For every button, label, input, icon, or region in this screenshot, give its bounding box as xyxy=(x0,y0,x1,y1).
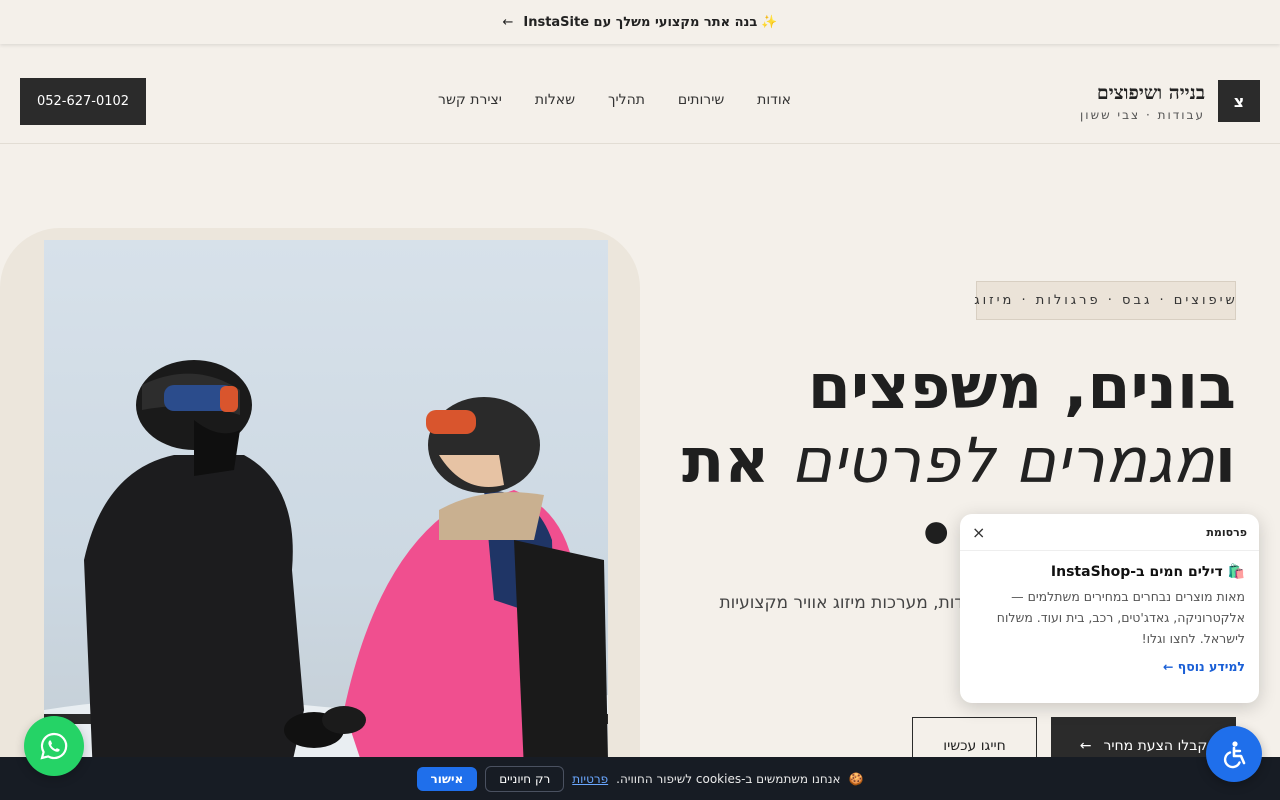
essentials-only-button[interactable]: רק חיוניים xyxy=(485,765,565,792)
ad-popup[interactable]: פרסומת × 🛍️ דילים חמים ב-InstaShop מאות … xyxy=(960,514,1259,703)
hero-tagline: שיפוצים · גבס · פרגולות · מיזוג xyxy=(974,281,1236,320)
arrow-left-icon: ← xyxy=(1079,738,1092,754)
promo-arrow-icon: ← xyxy=(502,14,514,30)
privacy-link[interactable]: פרטיות xyxy=(572,772,608,786)
shopping-bags-icon: 🛍️ xyxy=(1227,564,1245,580)
headline-line-2-prefix: ו xyxy=(1214,424,1236,497)
headline-line-2: ומגמרים לפרטים את xyxy=(676,424,1236,498)
nav-item-services[interactable]: שירותים xyxy=(678,92,724,108)
accessibility-button[interactable] xyxy=(1206,726,1262,782)
cookie-text: אנחנו משתמשים ב-cookies לשיפור החוויה. xyxy=(616,771,841,786)
whatsapp-button[interactable] xyxy=(24,716,84,776)
headline-line-3: • xyxy=(916,498,956,571)
whatsapp-icon xyxy=(40,732,68,760)
cookie-banner: 🍪 אנחנו משתמשים ב-cookies לשיפור החוויה.… xyxy=(0,757,1280,800)
promo-bar[interactable]: ✨ בנה אתר מקצועי משלך עם InstaSite ← xyxy=(0,0,1280,44)
brand-logo[interactable]: צ xyxy=(1218,80,1260,122)
headline-line-2-suffix: את xyxy=(681,424,770,497)
ad-title-text: דילים חמים ב-InstaShop xyxy=(1050,564,1223,580)
nav-item-faq[interactable]: שאלות xyxy=(535,92,575,108)
accept-cookies-button[interactable]: אישור xyxy=(416,766,478,791)
ad-title[interactable]: 🛍️ דילים חמים ב-InstaShop xyxy=(974,564,1245,580)
hero-photo xyxy=(44,240,608,800)
nav-item-process[interactable]: תהליך xyxy=(608,92,645,108)
brand-tagline: עבודות · צבי ששון xyxy=(1080,108,1205,122)
hero-photo-illustration xyxy=(44,360,608,800)
sparkle-icon: ✨ xyxy=(761,14,778,30)
ad-learn-more-link[interactable]: למידע נוסף ← xyxy=(974,659,1245,674)
headline-line-1: בונים, משפצים xyxy=(807,350,1236,423)
promo-text[interactable]: בנה אתר מקצועי משלך עם InstaSite xyxy=(523,15,757,30)
site-header: צ בנייה ושיפוצים עבודות · צבי ששון אודות… xyxy=(0,44,1280,144)
brand-name[interactable]: בנייה ושיפוצים xyxy=(1097,82,1205,105)
nav-item-contact[interactable]: יצירת קשר xyxy=(438,92,502,108)
close-icon[interactable]: × xyxy=(972,523,985,542)
get-quote-label: קבלו הצעת מחיר xyxy=(1103,738,1208,754)
cookie-icon: 🍪 xyxy=(848,771,864,786)
phone-button[interactable]: 052-627-0102 xyxy=(20,78,146,125)
ad-label: פרסומת xyxy=(1206,525,1247,539)
ad-body: מאות מוצרים נבחרים במחירים משתלמים — אלק… xyxy=(996,589,1245,646)
ad-header: פרסומת × xyxy=(960,514,1259,551)
main-nav: אודות שירותים תהליך שאלות יצירת קשר xyxy=(438,92,791,108)
nav-item-about[interactable]: אודות xyxy=(757,92,791,108)
accessibility-icon xyxy=(1223,741,1246,769)
headline-accent: מגמרים לפרטים xyxy=(791,424,1215,497)
